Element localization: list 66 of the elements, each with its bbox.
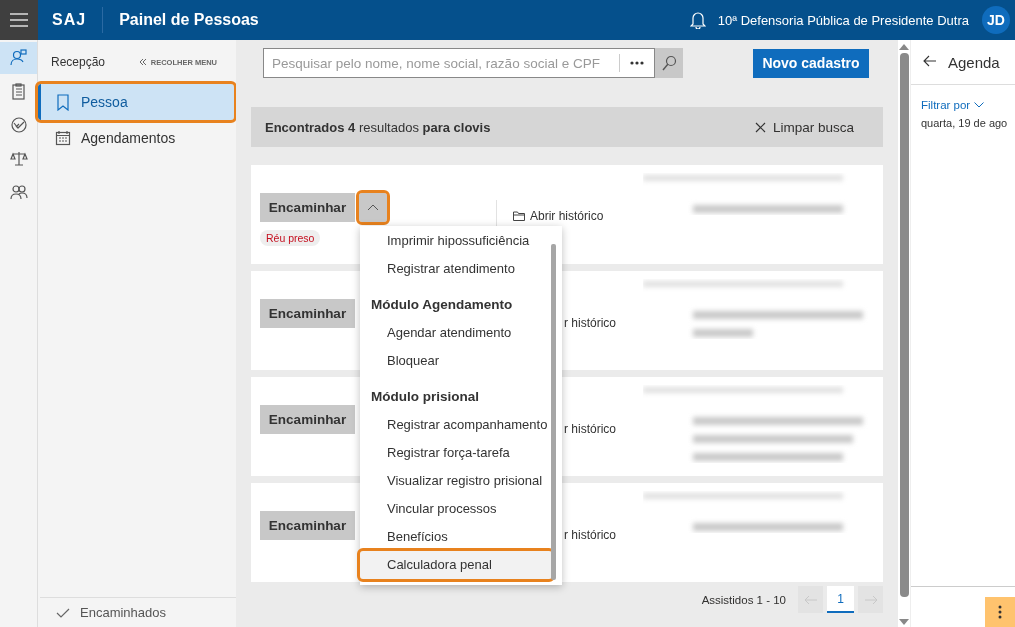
people-icon <box>9 183 28 201</box>
rail-button[interactable] <box>0 42 37 74</box>
person-icon <box>9 49 28 67</box>
clear-search-button[interactable]: Limpar busca <box>754 119 854 135</box>
open-history-link[interactable]: r histórico <box>564 422 616 436</box>
clipboard-icon <box>9 82 28 101</box>
forward-button[interactable]: Encaminhar <box>260 193 355 222</box>
folder-icon <box>513 211 525 221</box>
scale-icon <box>9 149 28 168</box>
menu-section-title: Módulo Agendamento <box>370 296 514 314</box>
filter-dropdown[interactable]: Filtrar por <box>921 99 985 111</box>
date-label: quarta, 19 de ago <box>921 117 1009 129</box>
user-avatar[interactable]: JD <box>982 6 1010 34</box>
open-history-link[interactable]: r histórico <box>564 528 616 542</box>
open-history-link[interactable]: Abrir histórico <box>513 209 604 223</box>
bookmark-icon <box>55 93 71 111</box>
open-history-link[interactable]: r histórico <box>564 316 616 330</box>
results-summary: Encontrados 4 resultados para clovis <box>265 119 491 135</box>
chevron-down-icon <box>974 102 985 108</box>
forward-button[interactable]: Encaminhar <box>260 511 355 540</box>
app-logo: SAJ <box>52 7 104 33</box>
search-icon <box>661 55 677 71</box>
nav-item[interactable]: Pessoa <box>38 84 234 120</box>
search-button[interactable] <box>655 48 683 78</box>
menu-button[interactable] <box>0 0 38 40</box>
more-vertical-icon <box>998 605 1002 619</box>
chevron-up-icon <box>367 204 379 211</box>
menu-item[interactable]: Agendar atendimento <box>360 319 552 347</box>
page-title: Painel de Pessoas <box>119 11 259 29</box>
menu-icon <box>10 13 28 27</box>
more-icon <box>630 61 644 65</box>
scroll-down-icon <box>899 619 909 625</box>
arrow-left-icon <box>923 55 937 67</box>
menu-item[interactable]: Imprimir hipossuficiência <box>360 227 552 255</box>
double-chevron-icon <box>138 58 147 66</box>
more-button[interactable] <box>985 597 1015 627</box>
section-title: Recepção <box>51 55 106 69</box>
close-icon <box>754 121 766 133</box>
nav-item[interactable]: Agendamentos <box>38 120 234 156</box>
menu-item[interactable]: Registrar atendimento <box>360 255 552 283</box>
menu-item[interactable]: Registrar acompanhamento <box>360 411 552 439</box>
menu-item[interactable]: Calculadora penal <box>360 551 552 579</box>
status-tag: Réu preso <box>260 230 321 246</box>
arrow-left-icon <box>803 594 818 605</box>
scrollbar-thumb[interactable] <box>899 53 909 597</box>
page-button[interactable]: 1 <box>827 586 854 613</box>
new-record-button[interactable]: Novo cadastro <box>753 48 869 78</box>
arrow-right-icon <box>863 594 878 605</box>
check-icon <box>56 607 70 618</box>
menu-section-title: Módulo prisional <box>370 388 480 406</box>
menu-item[interactable]: Benefícios <box>360 523 552 551</box>
unit-name: 10ª Defensoria Pública de Presidente Dutra <box>717 12 969 28</box>
search-field[interactable]: Pesquisar pelo nome, nome social, razão social e CPF <box>263 48 655 78</box>
pagination-label: Assistidos 1 - 10 <box>701 593 786 606</box>
menu-item[interactable]: Visualizar registro prisional <box>360 467 552 495</box>
dropdown-toggle[interactable] <box>359 193 387 222</box>
menu-item[interactable]: Registrar força-tarefa <box>360 439 552 467</box>
bell-icon <box>689 11 706 29</box>
calendar-icon <box>55 129 71 147</box>
menu-item[interactable]: Bloquear <box>360 347 552 375</box>
forward-button[interactable]: Encaminhar <box>260 405 355 434</box>
menu-scrollbar[interactable] <box>551 244 556 580</box>
menu-item[interactable]: Vincular processos <box>360 495 552 523</box>
forward-button[interactable]: Encaminhar <box>260 299 355 328</box>
panel-title: Agenda <box>948 53 1000 71</box>
scroll-up-icon <box>899 44 909 50</box>
